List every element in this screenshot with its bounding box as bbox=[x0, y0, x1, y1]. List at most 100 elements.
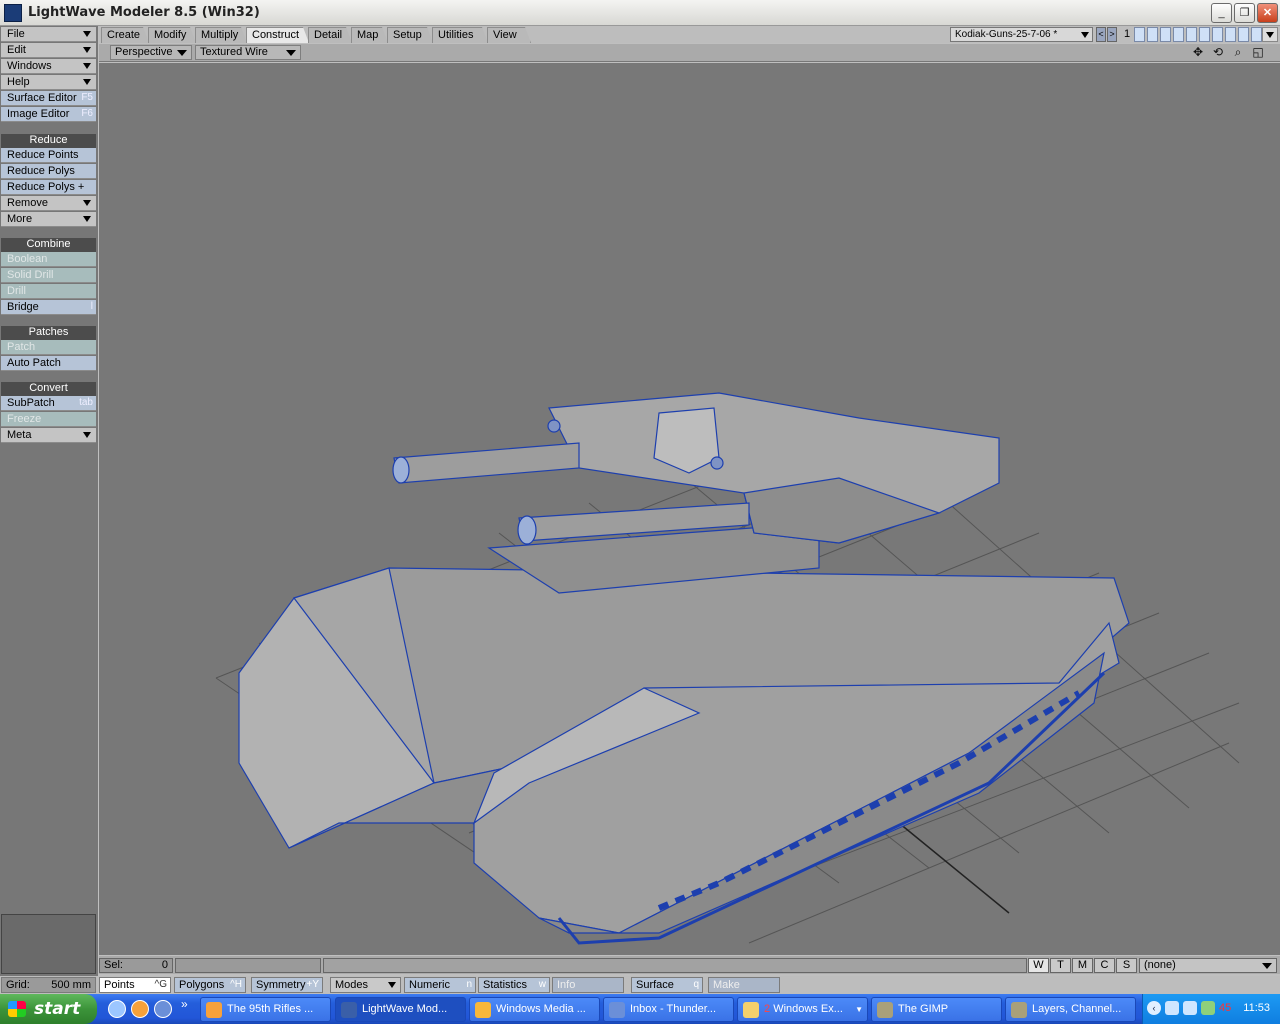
next-layer-button[interactable]: > bbox=[1107, 27, 1117, 42]
move-view-icon[interactable]: ✥ bbox=[1189, 45, 1207, 61]
windows-menu-button[interactable]: Windows bbox=[1, 59, 96, 74]
surface-button[interactable]: Surface q bbox=[631, 977, 703, 993]
layer-button[interactable] bbox=[1199, 27, 1210, 42]
maximize-view-icon[interactable]: ◱ bbox=[1249, 45, 1267, 61]
file-menu-button[interactable]: File bbox=[1, 27, 96, 42]
bridge-label: Bridge bbox=[7, 301, 39, 313]
meta-menu-button[interactable]: Meta bbox=[1, 428, 96, 443]
color-map-button[interactable]: C bbox=[1094, 958, 1115, 973]
layer-menu-button[interactable] bbox=[1262, 27, 1278, 42]
edit-label: Edit bbox=[7, 44, 26, 56]
weight-map-button[interactable]: W bbox=[1028, 958, 1049, 973]
more-menu-button[interactable]: More bbox=[1, 212, 96, 227]
window-title: LightWave Modeler 8.5 (Win32) bbox=[28, 5, 260, 20]
zoom-view-icon[interactable]: ⌕ bbox=[1229, 45, 1247, 61]
reduce-polys-button[interactable]: Reduce Polys bbox=[1, 164, 96, 179]
statistics-button[interactable]: Statistics w bbox=[478, 977, 550, 993]
thunderbird-quicklaunch-icon[interactable] bbox=[154, 1000, 172, 1018]
subpatch-button[interactable]: SubPatch tab bbox=[1, 396, 96, 411]
solid-drill-button[interactable]: Solid Drill bbox=[1, 268, 96, 283]
view-type-select[interactable]: Perspective bbox=[110, 45, 192, 60]
start-button[interactable]: start bbox=[0, 994, 97, 1024]
scene-selector[interactable]: Kodiak-Guns-25-7-06 * bbox=[950, 27, 1093, 42]
make-button[interactable]: Make bbox=[708, 977, 780, 993]
patches-group-header: Patches bbox=[1, 326, 96, 340]
reduce-points-button[interactable]: Reduce Points bbox=[1, 148, 96, 163]
task-label: Windows Ex... bbox=[773, 1003, 843, 1015]
perspective-viewport[interactable] bbox=[99, 63, 1280, 955]
image-editor-button[interactable]: Image Editor F6 bbox=[1, 107, 96, 122]
selection-label: Sel: bbox=[104, 959, 123, 971]
prev-layer-button[interactable]: < bbox=[1096, 27, 1106, 42]
layer-button[interactable] bbox=[1238, 27, 1249, 42]
windows-flag-icon bbox=[8, 1001, 26, 1017]
boolean-button[interactable]: Boolean bbox=[1, 252, 96, 267]
network-icon[interactable] bbox=[1165, 1001, 1179, 1015]
meta-label: Meta bbox=[7, 429, 32, 441]
layer-button[interactable] bbox=[1147, 27, 1158, 42]
layer-button[interactable] bbox=[1212, 27, 1223, 42]
combine-group-header: Combine bbox=[1, 238, 96, 252]
taskbar-item-windows-media[interactable]: Windows Media ... bbox=[469, 997, 600, 1022]
numeric-button[interactable]: Numeric n bbox=[404, 977, 476, 993]
layer-button[interactable] bbox=[1251, 27, 1262, 42]
vertex-map-select[interactable]: (none) bbox=[1139, 958, 1277, 973]
tab-modify[interactable]: Modify bbox=[148, 27, 196, 43]
tab-detail[interactable]: Detail bbox=[308, 27, 352, 43]
modes-menu-button[interactable]: Modes bbox=[330, 977, 401, 993]
tab-map[interactable]: Map bbox=[351, 27, 388, 43]
tab-setup[interactable]: Setup bbox=[387, 27, 433, 43]
morph-map-button[interactable]: M bbox=[1072, 958, 1093, 973]
task-label: The GIMP bbox=[898, 1003, 949, 1015]
freeze-button[interactable]: Freeze bbox=[1, 412, 96, 427]
show-desktop-icon[interactable] bbox=[108, 1000, 126, 1018]
auto-patch-button[interactable]: Auto Patch bbox=[1, 356, 96, 371]
volume-icon[interactable] bbox=[1183, 1001, 1197, 1015]
taskbar-item-95th-rifles[interactable]: The 95th Rifles ... bbox=[200, 997, 331, 1022]
gimp-icon bbox=[877, 1002, 893, 1018]
tab-multiply[interactable]: Multiply bbox=[195, 27, 247, 43]
layer-button[interactable] bbox=[1173, 27, 1184, 42]
taskbar-item-lightwave[interactable]: LightWave Mod... bbox=[335, 997, 466, 1022]
tray-counter: 45 bbox=[1219, 1002, 1232, 1014]
drill-button[interactable]: Drill bbox=[1, 284, 96, 299]
grid-value: 500 mm bbox=[51, 979, 91, 991]
windows-label: Windows bbox=[7, 60, 52, 72]
info-button[interactable]: Info bbox=[552, 977, 624, 993]
restore-button[interactable]: ❐ bbox=[1234, 3, 1255, 23]
symmetry-button[interactable]: Symmetry +Y bbox=[251, 977, 323, 993]
minimize-button[interactable]: _ bbox=[1211, 3, 1232, 23]
layer-button[interactable] bbox=[1225, 27, 1236, 42]
texture-map-button[interactable]: T bbox=[1050, 958, 1071, 973]
tab-construct[interactable]: Construct bbox=[246, 27, 309, 43]
points-mode-button[interactable]: Points ^G bbox=[99, 977, 171, 993]
selection-map-button[interactable]: S bbox=[1116, 958, 1137, 973]
polygons-mode-button[interactable]: Polygons ^H bbox=[174, 977, 246, 993]
rotate-view-icon[interactable]: ⟲ bbox=[1209, 45, 1227, 61]
taskbar-item-gimp[interactable]: The GIMP bbox=[871, 997, 1002, 1022]
tab-view[interactable]: View bbox=[487, 27, 531, 43]
tab-create[interactable]: Create bbox=[101, 27, 149, 43]
taskbar-item-windows-explorer[interactable]: 2 Windows Ex... ▼ bbox=[737, 997, 868, 1022]
bridge-button[interactable]: Bridge l bbox=[1, 300, 96, 315]
edit-menu-button[interactable]: Edit bbox=[1, 43, 96, 58]
utorrent-icon[interactable] bbox=[1201, 1001, 1215, 1015]
layer-button[interactable] bbox=[1134, 27, 1145, 42]
firefox-quicklaunch-icon[interactable] bbox=[131, 1000, 149, 1018]
surface-editor-button[interactable]: Surface Editor F5 bbox=[1, 91, 96, 106]
tray-expand-icon[interactable]: ‹ bbox=[1147, 1001, 1161, 1015]
taskbar-item-layers-channels[interactable]: Layers, Channel... bbox=[1005, 997, 1136, 1022]
render-mode-select[interactable]: Textured Wire bbox=[195, 45, 301, 60]
layer-button[interactable] bbox=[1186, 27, 1197, 42]
layer-button[interactable] bbox=[1160, 27, 1171, 42]
viewport-status-bar: Sel: 0 W T M C S (none) bbox=[99, 956, 1280, 974]
close-button[interactable]: ✕ bbox=[1257, 3, 1278, 23]
help-menu-button[interactable]: Help bbox=[1, 75, 96, 90]
patch-button[interactable]: Patch bbox=[1, 340, 96, 355]
reduce-polys-plus-button[interactable]: Reduce Polys + bbox=[1, 180, 96, 195]
remove-menu-button[interactable]: Remove bbox=[1, 196, 96, 211]
taskbar-item-thunderbird[interactable]: Inbox - Thunder... bbox=[603, 997, 734, 1022]
quicklaunch-more-button[interactable]: » bbox=[181, 997, 188, 1011]
tab-utilities[interactable]: Utilities bbox=[432, 27, 488, 43]
tank-turret bbox=[392, 392, 1000, 545]
